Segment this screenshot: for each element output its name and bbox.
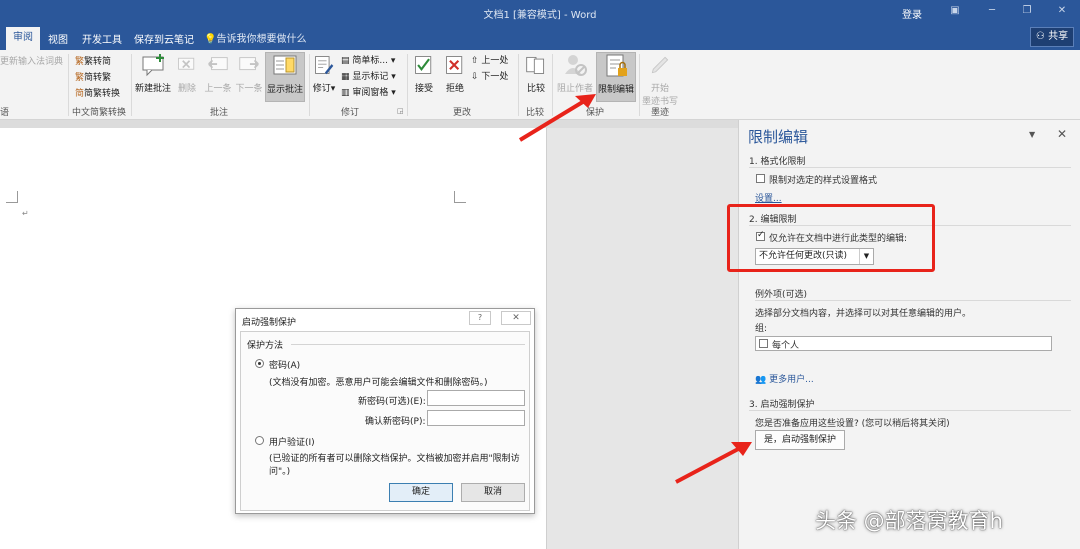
watermark-text: 头条 @部落窝教育h [815, 509, 1003, 533]
annotation-arrow-icon [518, 98, 588, 142]
annotation-arrows [518, 94, 752, 484]
annotation-arrow-icon [675, 445, 743, 484]
